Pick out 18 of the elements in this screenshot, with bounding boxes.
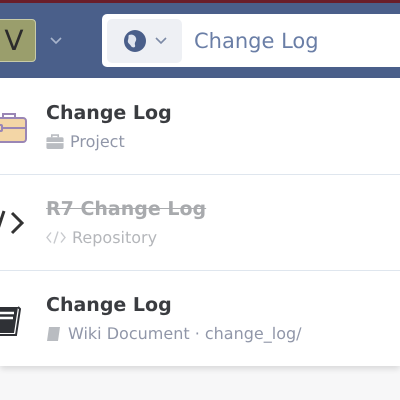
chevron-down-icon[interactable]: [50, 36, 62, 44]
scope-selector[interactable]: [107, 18, 182, 62]
chevron-down-icon: [154, 36, 166, 44]
briefcase-icon: [46, 134, 64, 148]
user-avatar[interactable]: V: [0, 19, 36, 62]
search-result[interactable]: Change Log Project: [0, 78, 400, 174]
search-field[interactable]: Change Log: [102, 14, 400, 67]
result-type: Repository: [72, 228, 158, 247]
result-title: Change Log: [46, 294, 173, 316]
result-type: Wiki Document · change_log/: [68, 324, 302, 343]
search-input[interactable]: Change Log: [194, 28, 384, 52]
book-icon: [46, 326, 62, 342]
globe-icon: [122, 28, 146, 52]
result-type: Project: [70, 132, 125, 150]
result-title: R7 Change Log: [46, 198, 206, 220]
result-title: Change Log: [46, 102, 172, 124]
code-icon: [46, 230, 66, 245]
search-result[interactable]: Change Log Wiki Document · change_log/: [0, 270, 400, 366]
